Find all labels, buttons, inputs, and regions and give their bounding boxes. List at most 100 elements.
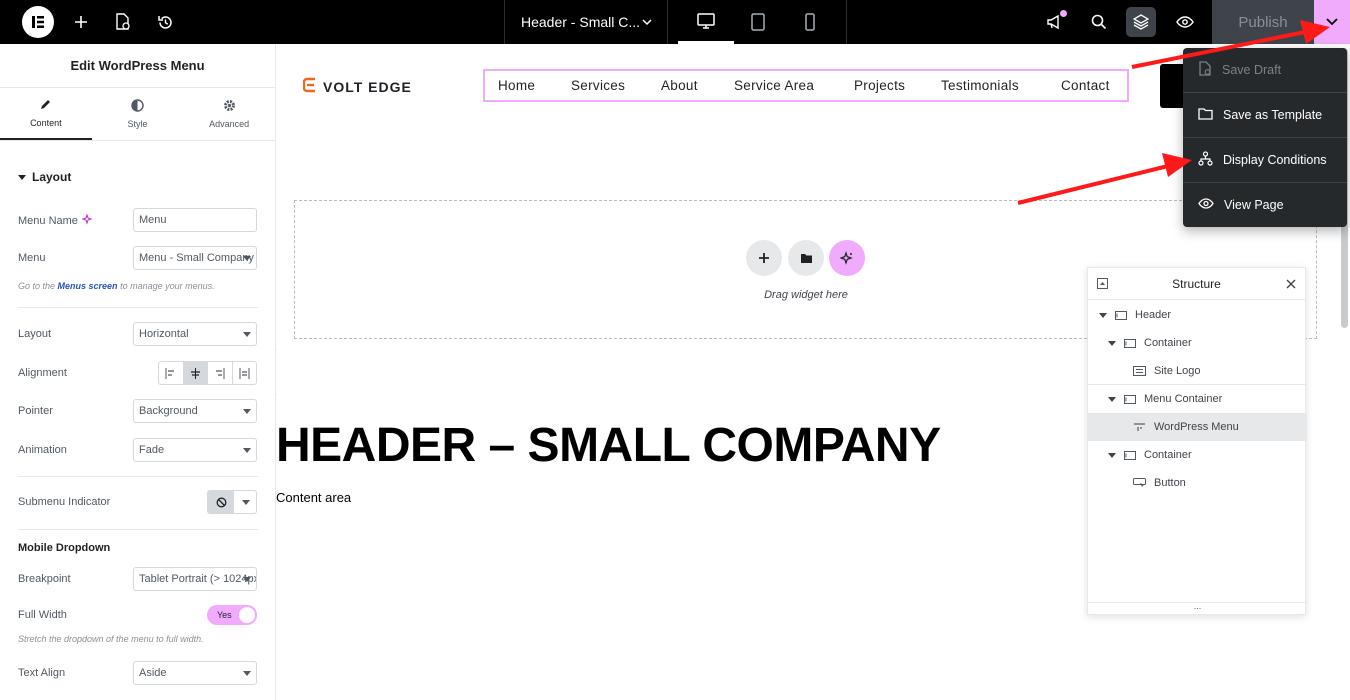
align-left-icon[interactable] [159, 362, 184, 384]
align-center-icon[interactable] [183, 362, 208, 384]
pointer-select[interactable]: Background [133, 399, 257, 423]
text-align-select[interactable]: Aside [133, 661, 257, 685]
pointer-select-value: Background [139, 405, 198, 417]
search-icon[interactable] [1086, 0, 1112, 44]
add-element-icon[interactable] [68, 0, 94, 44]
mobile-view-icon[interactable] [782, 0, 838, 44]
select-arrow-icon [243, 409, 251, 414]
desktop-view-icon[interactable] [678, 0, 734, 44]
close-icon[interactable] [1286, 278, 1296, 292]
submenu-indicator-label: Submenu Indicator [18, 496, 111, 508]
full-width-toggle[interactable]: Yes [207, 605, 257, 625]
publish-options-dropdown: Save Draft Save as Template Display Cond… [1183, 48, 1347, 227]
structure-row-container[interactable]: Container [1088, 441, 1307, 469]
structure-title: Structure [1172, 276, 1221, 291]
align-right-icon[interactable] [208, 362, 233, 384]
section-layout-toggle[interactable]: Layout [18, 170, 71, 184]
tab-content[interactable]: Content [0, 88, 92, 140]
menu-item-about[interactable]: About [661, 78, 698, 93]
structure-header: Structure [1088, 268, 1305, 300]
notifications-megaphone-icon[interactable] [1042, 0, 1068, 44]
site-logo[interactable]: VOLT EDGE [302, 77, 412, 96]
panel-tabs: Content Style Advanced [0, 88, 275, 141]
text-align-label: Text Align [18, 667, 66, 679]
add-section-plus-icon[interactable] [746, 240, 782, 276]
editor-panel: Edit WordPress Menu Content Style Advanc… [0, 44, 276, 700]
preview-eye-icon[interactable] [1172, 0, 1198, 44]
submenu-indicator-select[interactable] [207, 490, 257, 514]
menu-help-suffix: to manage your menus. [117, 281, 215, 291]
container-icon [1124, 338, 1136, 348]
tab-style[interactable]: Style [92, 88, 184, 140]
sitemap-icon [1198, 151, 1213, 169]
menu-item-service-area[interactable]: Service Area [734, 78, 814, 93]
display-conditions-label: Display Conditions [1223, 153, 1327, 167]
structure-row-label: Site Logo [1154, 365, 1201, 377]
eye-icon [1198, 198, 1214, 212]
menu-help-text: Go to the Menus screen to manage your me… [18, 281, 215, 291]
menu-item-view-page[interactable]: View Page [1183, 183, 1347, 227]
ai-sparkle-icon[interactable] [81, 213, 93, 228]
elementor-logo-icon[interactable] [22, 6, 54, 38]
menu-item-save-as-template[interactable]: Save as Template [1183, 93, 1347, 137]
wordpress-menu-widget[interactable]: Home Services About Service Area Project… [483, 69, 1129, 102]
animation-select-value: Fade [139, 444, 165, 456]
publish-button[interactable]: Publish [1212, 0, 1314, 44]
menu-select-value: Menu - Small Company [139, 252, 254, 264]
ai-sparkle-icon[interactable] [829, 240, 865, 276]
menus-screen-link[interactable]: Menus screen [58, 281, 118, 291]
history-icon[interactable] [152, 0, 178, 44]
chevron-down-icon [641, 15, 653, 31]
caret-down-icon[interactable] [1099, 312, 1107, 318]
menu-select[interactable]: Menu - Small Company [133, 246, 257, 270]
page-heading: HEADER – SMALL COMPANY [276, 419, 941, 472]
select-arrow-icon [243, 332, 251, 337]
container-icon [1124, 394, 1136, 404]
structure-row-label: Header [1135, 309, 1172, 321]
structure-layers-icon[interactable] [1126, 7, 1156, 37]
save-draft-label: Save Draft [1222, 63, 1282, 77]
mobile-dropdown-heading: Mobile Dropdown [18, 542, 111, 554]
menu-item-contact[interactable]: Contact [1061, 78, 1110, 93]
menu-name-input[interactable]: Menu [133, 208, 257, 232]
alignment-control [158, 361, 257, 385]
menu-item-home[interactable]: Home [498, 78, 535, 93]
document-title-dropdown[interactable]: Header - Small C... [504, 0, 668, 44]
tab-advanced-label: Advanced [209, 119, 250, 129]
caret-down-icon[interactable] [1108, 396, 1116, 402]
site-logo-text: VOLT EDGE [323, 78, 412, 95]
caret-down-icon[interactable] [1108, 452, 1116, 458]
page-settings-icon[interactable] [110, 0, 136, 44]
structure-row-label: Container [1144, 449, 1192, 461]
structure-resize-handle[interactable]: ... [1088, 602, 1307, 614]
menu-item-projects[interactable]: Projects [854, 78, 905, 93]
breakpoint-select[interactable]: Tablet Portrait (> 1024px) [133, 567, 257, 591]
structure-row-button[interactable]: Button [1088, 469, 1307, 497]
save-as-template-label: Save as Template [1223, 108, 1323, 122]
structure-row-container[interactable]: Container [1088, 329, 1307, 357]
layout-select-value: Horizontal [139, 328, 189, 340]
structure-row-site-logo[interactable]: Site Logo [1088, 357, 1307, 385]
caret-down-icon[interactable] [1108, 340, 1116, 346]
animation-select[interactable]: Fade [133, 438, 257, 462]
tab-advanced[interactable]: Advanced [183, 88, 275, 140]
view-page-label: View Page [1224, 198, 1284, 212]
tablet-view-icon[interactable] [730, 0, 786, 44]
dock-panel-icon[interactable] [1097, 278, 1108, 292]
publish-options-chevron-icon[interactable] [1314, 0, 1350, 44]
structure-row-menu-container[interactable]: Menu Container [1088, 385, 1307, 413]
half-circle-icon [131, 99, 144, 114]
menu-item-services[interactable]: Services [571, 78, 625, 93]
menu-item-save-draft[interactable]: Save Draft [1183, 48, 1347, 92]
layout-select[interactable]: Horizontal [133, 322, 257, 346]
header-button-widget[interactable] [1160, 64, 1184, 108]
full-width-label: Full Width [18, 609, 67, 621]
structure-row-header[interactable]: Header [1088, 301, 1307, 329]
breakpoint-label: Breakpoint [18, 573, 71, 585]
volt-edge-logo-icon [302, 77, 317, 96]
align-justify-icon[interactable] [233, 362, 257, 384]
menu-item-testimonials[interactable]: Testimonials [941, 78, 1019, 93]
menu-item-display-conditions[interactable]: Display Conditions [1183, 138, 1347, 182]
add-template-folder-icon[interactable] [788, 240, 824, 276]
structure-row-wordpress-menu[interactable]: WordPress Menu [1088, 413, 1307, 441]
